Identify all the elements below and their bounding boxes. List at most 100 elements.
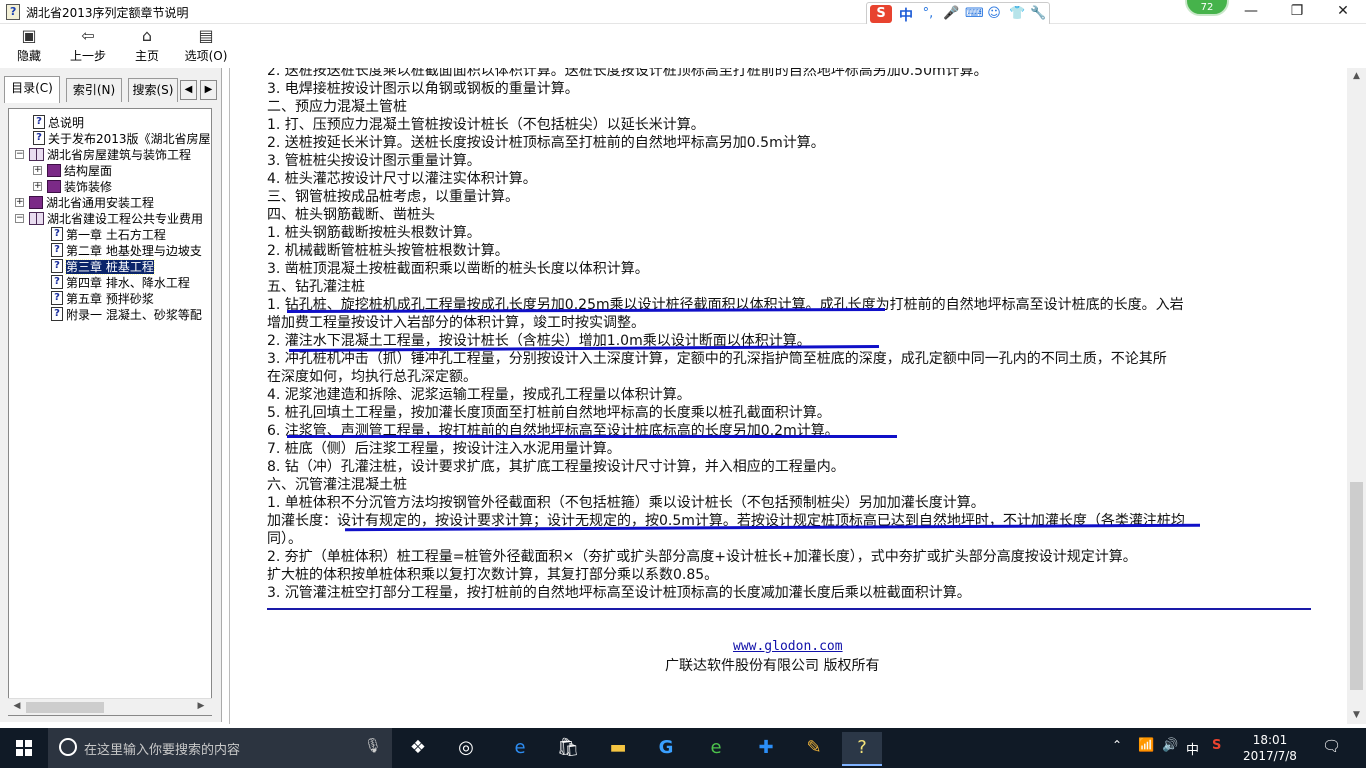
tab-scroll-left-icon[interactable]: ◀ (180, 80, 197, 100)
content-line: 3. 凿桩顶混凝土按桩截面积乘以凿断的桩头长度以体积计算。 (267, 261, 649, 277)
home-label: 主页 (134, 49, 159, 63)
tree-item[interactable]: ? 第二章 地基处理与边坡支 (51, 243, 202, 259)
tree-item[interactable]: ? 总说明 (33, 115, 84, 131)
notes-app-icon[interactable]: ✎ (794, 732, 834, 766)
browser-360-icon[interactable]: e (696, 732, 736, 766)
tab-search[interactable]: 搜索(S) (128, 78, 178, 102)
book-icon (47, 180, 61, 193)
scroll-up-icon[interactable]: ▲ (1347, 68, 1366, 85)
book-icon (47, 164, 61, 177)
annotation-underline (287, 435, 897, 438)
scroll-right-icon[interactable]: ▶ (194, 701, 208, 714)
tree-item[interactable]: − 湖北省建设工程公共专业费用 (15, 211, 203, 227)
help-app-taskbar-icon[interactable]: ? (842, 732, 882, 766)
file-explorer-icon[interactable]: ▬ (598, 732, 638, 766)
app-swirl-icon[interactable]: ◎ (446, 732, 486, 766)
content-line: 2. 送桩按延长米计算。送桩长度按设计桩顶标高至打桩前的自然地坪标高另加0.5m… (267, 135, 825, 151)
section-heading: 二、预应力混凝土管桩 (267, 99, 407, 115)
tree-item[interactable]: ? 关于发布2013版《湖北省房屋 (33, 131, 211, 147)
expand-icon[interactable]: + (15, 198, 24, 207)
wrench-icon[interactable]: 🔧 (1030, 6, 1046, 22)
tree-item[interactable]: + 结构屋面 (33, 163, 112, 179)
cortana-icon (59, 738, 77, 756)
back-arrow-icon: ⇦ (81, 26, 95, 45)
volume-icon[interactable]: 🔊 (1162, 738, 1178, 768)
expand-icon[interactable]: + (33, 166, 42, 175)
content-line: 8. 钻（冲）孔灌注桩，设计要求扩底，其扩底工程量按设计尺寸计算，并入相应的工程… (267, 459, 845, 475)
keyboard-icon[interactable]: ⌨ (965, 6, 984, 22)
copyright-text: 广联达软件股份有限公司 版权所有 (665, 658, 880, 674)
home-button[interactable]: ⌂ 主页 (126, 24, 168, 68)
close-button[interactable]: ✕ (1320, 0, 1366, 24)
navigation-pane: 目录(C) 索引(N) 搜索(S) ◀ ▶ ? 总说明 ? 关于发布2013版《湖北… (0, 68, 222, 722)
tab-scroll-right-icon[interactable]: ▶ (200, 80, 217, 100)
help-app-icon (6, 4, 20, 20)
help-topic-icon: ? (51, 307, 63, 321)
content-line: 5. 桩孔回填土工程量，按加灌长度顶面至打桩前自然地坪标高的长度乘以桩孔截面积计… (267, 405, 831, 421)
ime-language-indicator[interactable]: 中 (1186, 739, 1199, 768)
help-toolbar: ▣ 隐藏 ⇦ 上一步 ⌂ 主页 ▤ 选项(O) (0, 24, 1366, 68)
ime-toolbar: S 中 °, 🎤 ⌨ ☺ 👕 🔧 (866, 2, 1050, 26)
wifi-icon[interactable]: 📶 (1138, 738, 1154, 768)
ime-language-toggle[interactable]: 中 (899, 5, 913, 25)
collapse-icon[interactable]: − (15, 150, 24, 159)
scroll-down-icon[interactable]: ▼ (1347, 707, 1366, 724)
tree-item[interactable]: + 装饰装修 (33, 179, 112, 195)
content-vertical-scrollbar[interactable]: ▲ ▼ (1347, 68, 1366, 724)
help-topic-icon: ? (51, 243, 63, 257)
help-topic-icon: ? (51, 227, 63, 241)
user-icon[interactable]: ☺ (987, 6, 1001, 22)
glodon-app-icon[interactable]: G (646, 732, 686, 766)
tab-contents[interactable]: 目录(C) (4, 76, 60, 103)
content-line: 4. 泥浆池建造和拆除、泥浆运输工程量，按成孔工程量以体积计算。 (267, 387, 691, 403)
content-line: 扩大桩的体积按单桩体积乘以复打次数计算，其复打部分乘以系数0.85。 (267, 567, 719, 583)
taskbar-search-box[interactable]: 在这里输入你要搜索的内容 🎙 (48, 728, 392, 768)
tree-item[interactable]: + 湖北省通用安装工程 (15, 195, 154, 211)
back-button[interactable]: ⇦ 上一步 (64, 24, 112, 68)
tree-item[interactable]: ? 附录一 混凝土、砂浆等配 (51, 307, 202, 323)
expand-icon[interactable]: + (33, 182, 42, 191)
tree-item[interactable]: ? 第一章 土石方工程 (51, 227, 166, 243)
sogou-tray-icon[interactable]: S (1212, 738, 1221, 768)
microphone-icon[interactable]: 🎤 (943, 6, 959, 22)
minimize-button[interactable]: — (1228, 0, 1274, 24)
edge-browser-icon[interactable]: e (500, 732, 540, 766)
hide-button[interactable]: ▣ 隐藏 (8, 24, 50, 68)
content-line: 3. 冲孔桩机冲击（抓）锤冲孔工程量，分别按设计入土深度计算，定额中的孔深指护筒… (267, 351, 1167, 367)
task-view-icon[interactable]: ❖ (398, 732, 438, 766)
help-topic-icon: ? (51, 291, 63, 305)
content-line: 7. 桩底（侧）后注浆工程量，按设计注入水泥用量计算。 (267, 441, 621, 457)
scroll-thumb[interactable] (26, 702, 104, 713)
collapse-icon[interactable]: − (15, 214, 24, 223)
open-book-icon (29, 148, 44, 161)
search-placeholder: 在这里输入你要搜索的内容 (84, 743, 241, 758)
tree-item-selected[interactable]: ? 第三章 桩基工程 (51, 259, 155, 275)
sogou-logo-icon[interactable]: S (870, 5, 892, 23)
start-button[interactable] (0, 728, 48, 768)
store-icon[interactable]: 🛍 (548, 732, 588, 766)
tree-item[interactable]: ? 第四章 排水、降水工程 (51, 275, 190, 291)
content-line: 2. 机械截断管桩桩头按管桩根数计算。 (267, 243, 509, 259)
microphone-icon[interactable]: 🎙 (364, 738, 382, 754)
windows-logo-icon (16, 740, 32, 756)
clock-time: 18:01 (1252, 733, 1288, 747)
section-heading: 四、桩头钢筋截断、凿桩头 (267, 207, 435, 223)
tab-index[interactable]: 索引(N) (66, 78, 122, 102)
show-hidden-icons[interactable]: ⌃ (1112, 738, 1122, 768)
hide-icon: ▣ (21, 26, 37, 45)
scroll-thumb[interactable] (1350, 482, 1363, 690)
scroll-left-icon[interactable]: ◀ (10, 701, 24, 714)
bubble-count: 72 (1200, 2, 1214, 13)
options-button[interactable]: ▤ 选项(O) (182, 24, 230, 68)
punctuation-icon[interactable]: °, (921, 6, 935, 22)
system-clock[interactable]: 18:01 2017/7/8 (1240, 732, 1300, 764)
content-line: 3. 电焊接桩按设计图示以角钢或钢板的重量计算。 (267, 81, 579, 97)
tree-item[interactable]: − 湖北省房屋建筑与装饰工程 (15, 147, 191, 163)
app-plus-icon[interactable]: ✚ (746, 732, 786, 766)
website-link[interactable]: www.glodon.com (733, 639, 843, 654)
skin-icon[interactable]: 👕 (1009, 6, 1025, 22)
tree-horizontal-scrollbar[interactable]: ◀ ▶ (8, 698, 212, 715)
action-center-icon[interactable]: 🗨 (1322, 737, 1341, 768)
restore-button[interactable]: ❐ (1274, 0, 1320, 24)
tree-item[interactable]: ? 第五章 预拌砂浆 (51, 291, 154, 307)
